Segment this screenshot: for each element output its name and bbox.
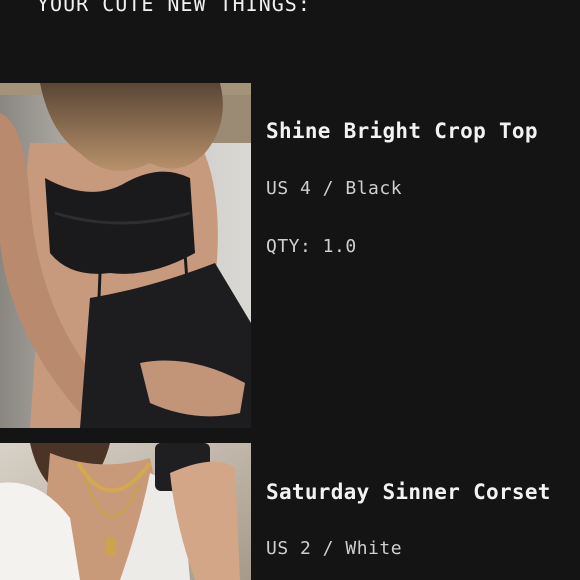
cart-item[interactable]: Saturday Sinner Corset US 2 / White — [0, 443, 580, 580]
cart-heading: YOUR CUTE NEW THINGS: — [37, 0, 311, 16]
item-name[interactable]: Saturday Sinner Corset — [266, 480, 551, 504]
cart-item[interactable]: Shine Bright Crop Top US 4 / Black QTY: … — [0, 83, 580, 428]
item-variant: US 2 / White — [266, 538, 403, 559]
white-shirt-photo-icon — [0, 443, 251, 580]
product-image[interactable] — [0, 443, 251, 580]
item-quantity: QTY: 1.0 — [266, 236, 357, 257]
item-name[interactable]: Shine Bright Crop Top — [266, 119, 538, 143]
black-crop-top-photo-icon — [0, 83, 251, 428]
item-variant: US 4 / Black — [266, 178, 403, 199]
product-image[interactable] — [0, 83, 251, 428]
